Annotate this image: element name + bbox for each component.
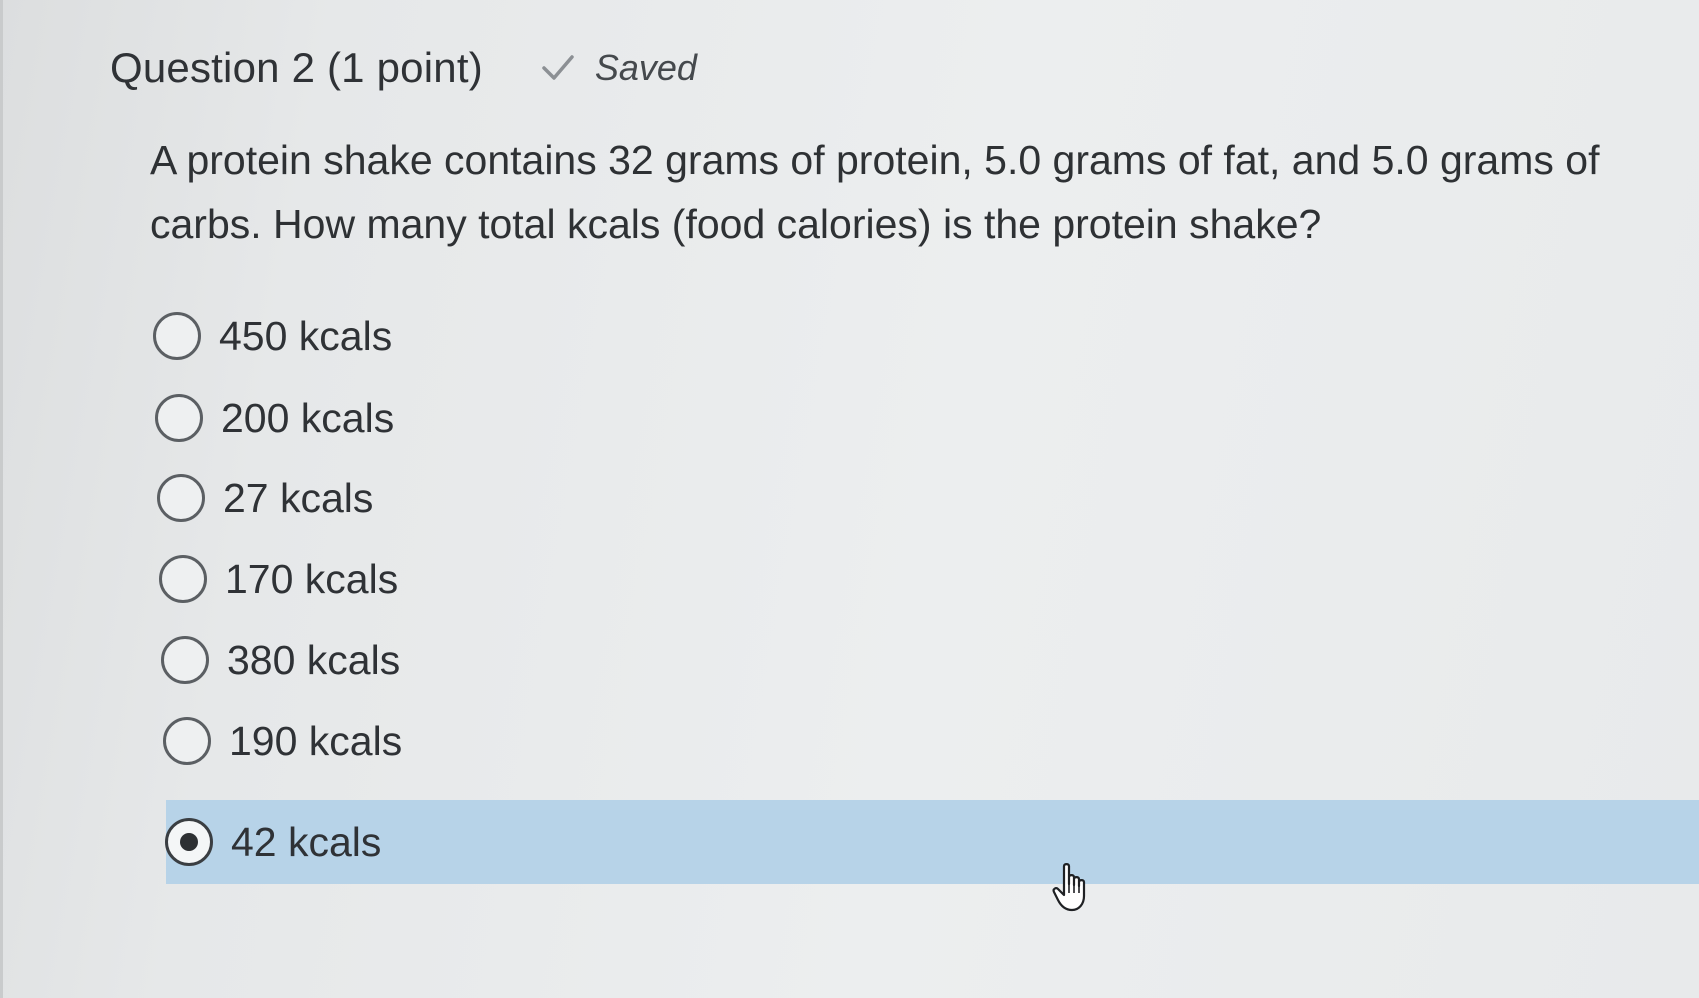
selected-option-highlight xyxy=(166,800,1699,884)
radio-button[interactable] xyxy=(159,555,207,603)
option-label: 200 kcals xyxy=(221,394,395,441)
hand-cursor-icon xyxy=(1052,863,1086,912)
radio-button[interactable] xyxy=(153,312,201,360)
answer-option[interactable]: 450 kcals xyxy=(153,296,392,376)
radio-button[interactable] xyxy=(155,394,203,442)
option-label: 27 kcals xyxy=(223,474,374,521)
quiz-page: Question 2 (1 point) Saved A protein sha… xyxy=(0,0,1699,998)
question-header: Question 2 (1 point) Saved xyxy=(110,44,697,92)
answer-option[interactable]: 27 kcals xyxy=(157,458,373,538)
option-label: 380 kcals xyxy=(227,636,401,683)
check-icon xyxy=(542,55,574,80)
question-title: Question 2 (1 point) xyxy=(110,44,483,91)
radio-button[interactable] xyxy=(161,636,209,684)
radio-button[interactable] xyxy=(163,717,211,765)
page-left-edge xyxy=(0,0,3,998)
question-text: A protein shake contains 32 grams of pro… xyxy=(150,137,1600,247)
answer-option[interactable]: 190 kcals xyxy=(163,701,402,781)
option-label: 170 kcals xyxy=(225,555,399,602)
radio-button-checked[interactable] xyxy=(165,818,213,866)
answer-option[interactable]: 170 kcals xyxy=(159,539,398,619)
answer-option-selected[interactable]: 42 kcals xyxy=(165,802,381,882)
answer-option[interactable]: 200 kcals xyxy=(155,378,394,458)
radio-button[interactable] xyxy=(157,474,205,522)
saved-label: Saved xyxy=(594,47,697,88)
answer-option[interactable]: 380 kcals xyxy=(161,620,400,700)
option-label: 42 kcals xyxy=(231,818,382,865)
option-label: 190 kcals xyxy=(229,717,403,764)
saved-status: Saved xyxy=(541,47,697,89)
option-label: 450 kcals xyxy=(219,312,393,359)
